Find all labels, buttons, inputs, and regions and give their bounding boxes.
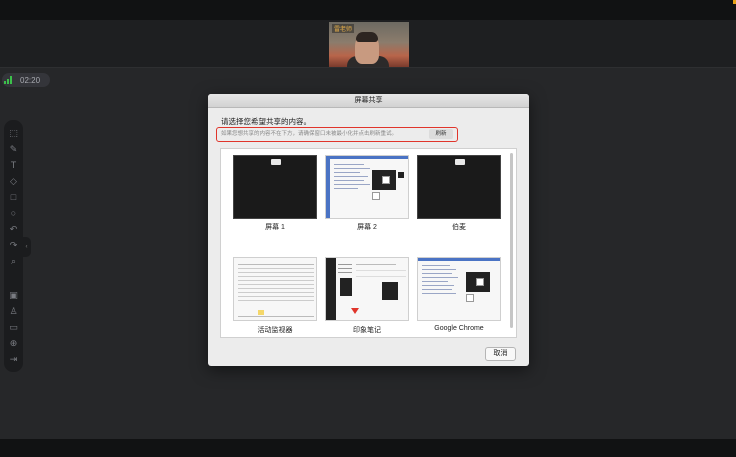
source-label: 伯麦	[452, 224, 466, 231]
app-logo-icon	[271, 159, 281, 165]
left-toolbar: ⬚ ✎ T ◇ □ ○ ↶ ↷ ⌕ ▣ ♙ ▭ ⊕ ⇥	[4, 120, 23, 372]
toolbar-collapse-handle[interactable]: ‹	[22, 237, 31, 257]
top-bar	[0, 0, 736, 20]
bottom-bar	[0, 439, 736, 457]
timer-text: 02:20	[20, 75, 41, 85]
video-hair	[356, 32, 378, 42]
screen-share-dialog: 屏幕共享 请选择您希望共享的内容。 如果您想共享的内容不在下方，请确保窗口未被最…	[208, 94, 529, 366]
source-label: 屏幕 1	[265, 224, 285, 231]
dialog-heading: 请选择您希望共享的内容。	[221, 117, 311, 126]
circle-icon[interactable]: ○	[8, 208, 19, 219]
source-label: 屏幕 2	[357, 224, 377, 231]
signal-icon	[4, 76, 12, 84]
exit-icon[interactable]: ⇥	[8, 354, 19, 365]
source-label: 活动监视器	[257, 327, 293, 334]
app-logo-icon	[455, 159, 465, 165]
hint-highlight: 如果您想共享的内容不在下方，请确保窗口未被最小化并点击刷新重试。 刷新	[216, 127, 458, 142]
pen-icon[interactable]: ✎	[8, 144, 19, 155]
redo-icon[interactable]: ↷	[8, 240, 19, 251]
participant-video[interactable]: 雷老师	[329, 22, 409, 67]
marker-icon	[351, 308, 359, 314]
hint-text: 如果您想共享的内容不在下方，请确保窗口未被最小化并点击刷新重试。	[221, 131, 398, 137]
zoom-icon[interactable]: ⌕	[8, 256, 19, 267]
cancel-button[interactable]: 取消	[485, 347, 516, 361]
source-label: Google Chrome	[434, 325, 484, 332]
user-icon[interactable]: ♙	[8, 306, 19, 317]
select-icon[interactable]: ⬚	[8, 128, 19, 139]
call-timer: 02:20	[2, 73, 50, 87]
rectangle-icon[interactable]: □	[8, 192, 19, 203]
briefcase-icon[interactable]: ▣	[8, 290, 19, 301]
undo-icon[interactable]: ↶	[8, 224, 19, 235]
grid-scrollbar[interactable]	[510, 153, 513, 328]
source-thumbnail-activity-monitor[interactable]	[233, 257, 317, 321]
chat-icon[interactable]: ▭	[8, 322, 19, 333]
participant-name: 雷老师	[332, 24, 355, 33]
plus-icon[interactable]: ⊕	[8, 338, 19, 349]
refresh-button[interactable]: 刷新	[429, 129, 453, 139]
source-thumbnail-window-3[interactable]	[417, 155, 501, 219]
source-label: 印象笔记	[353, 327, 381, 334]
eraser-icon[interactable]: ◇	[8, 176, 19, 187]
source-thumbnail-evernote[interactable]	[325, 257, 409, 321]
text-icon[interactable]: T	[8, 160, 19, 171]
source-thumbnail-screen-2[interactable]	[325, 155, 409, 219]
source-thumbnail-chrome[interactable]	[417, 257, 501, 321]
source-thumbnail-screen-1[interactable]	[233, 155, 317, 219]
dialog-title: 屏幕共享	[208, 94, 529, 108]
source-grid: 屏幕 1 屏幕 2 伯麦 活动监视器 印象笔记 Google Chrome	[220, 148, 517, 338]
video-strip: 雷老师	[0, 20, 736, 68]
